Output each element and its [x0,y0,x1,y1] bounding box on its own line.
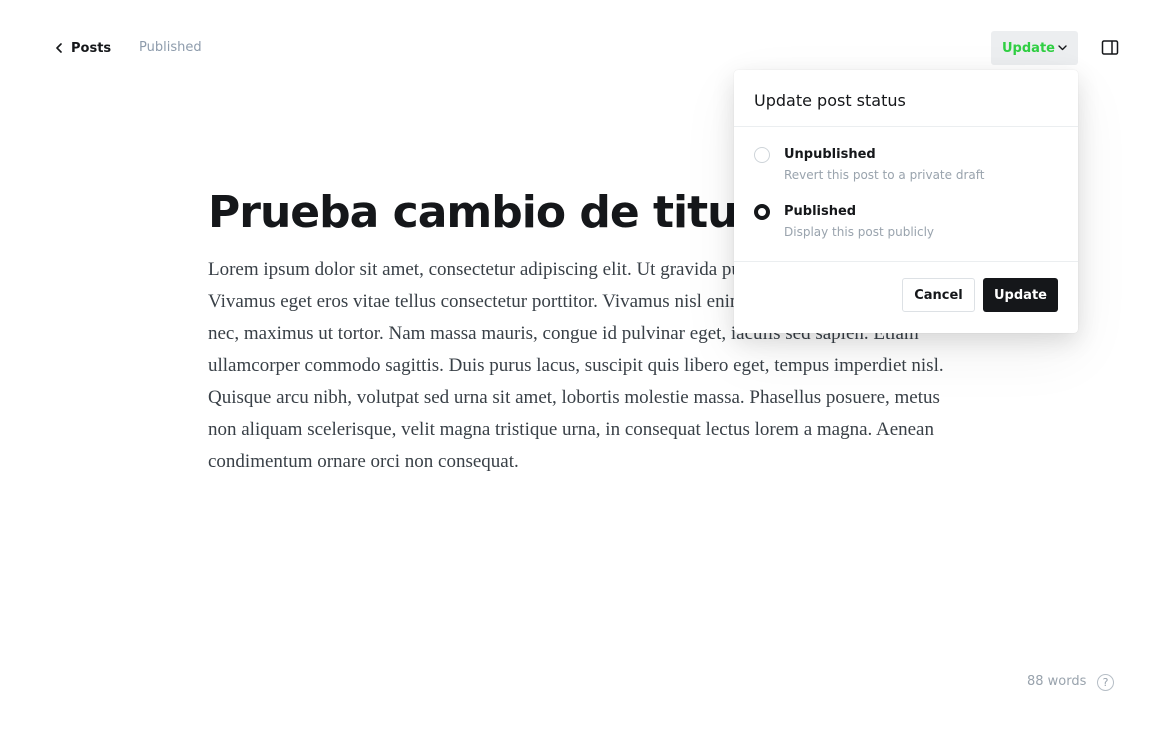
post-title[interactable]: Prueba cambio de titulo [208,183,782,243]
popover-divider [734,126,1078,127]
popover-title: Update post status [754,91,906,110]
option-published[interactable]: Published Display this post publicly [754,204,1054,248]
post-status-label: Published [139,40,202,55]
option-description: Display this post publicly [784,225,935,239]
option-label: Published [784,204,857,219]
published-radio[interactable] [754,204,770,220]
sidebar-toggle-icon[interactable] [1101,39,1119,57]
back-link-label: Posts [71,40,112,56]
update-menu-button[interactable]: Update [991,31,1078,65]
word-count: 88 words [1027,674,1087,689]
update-menu-label: Update [1002,40,1055,56]
update-button[interactable]: Update [983,278,1058,312]
chevron-left-icon [55,38,67,58]
option-description: Revert this post to a private draft [784,168,985,182]
option-label: Unpublished [784,147,876,162]
option-unpublished[interactable]: Unpublished Revert this post to a privat… [754,147,1054,191]
chevron-down-icon [1058,45,1067,51]
update-status-popover: Update post status Unpublished Revert th… [734,70,1078,333]
back-to-posts-link[interactable]: Posts [55,38,111,58]
help-icon[interactable]: ? [1097,674,1114,691]
unpublished-radio[interactable] [754,147,770,163]
popover-divider [734,261,1078,262]
cancel-button[interactable]: Cancel [902,278,975,312]
